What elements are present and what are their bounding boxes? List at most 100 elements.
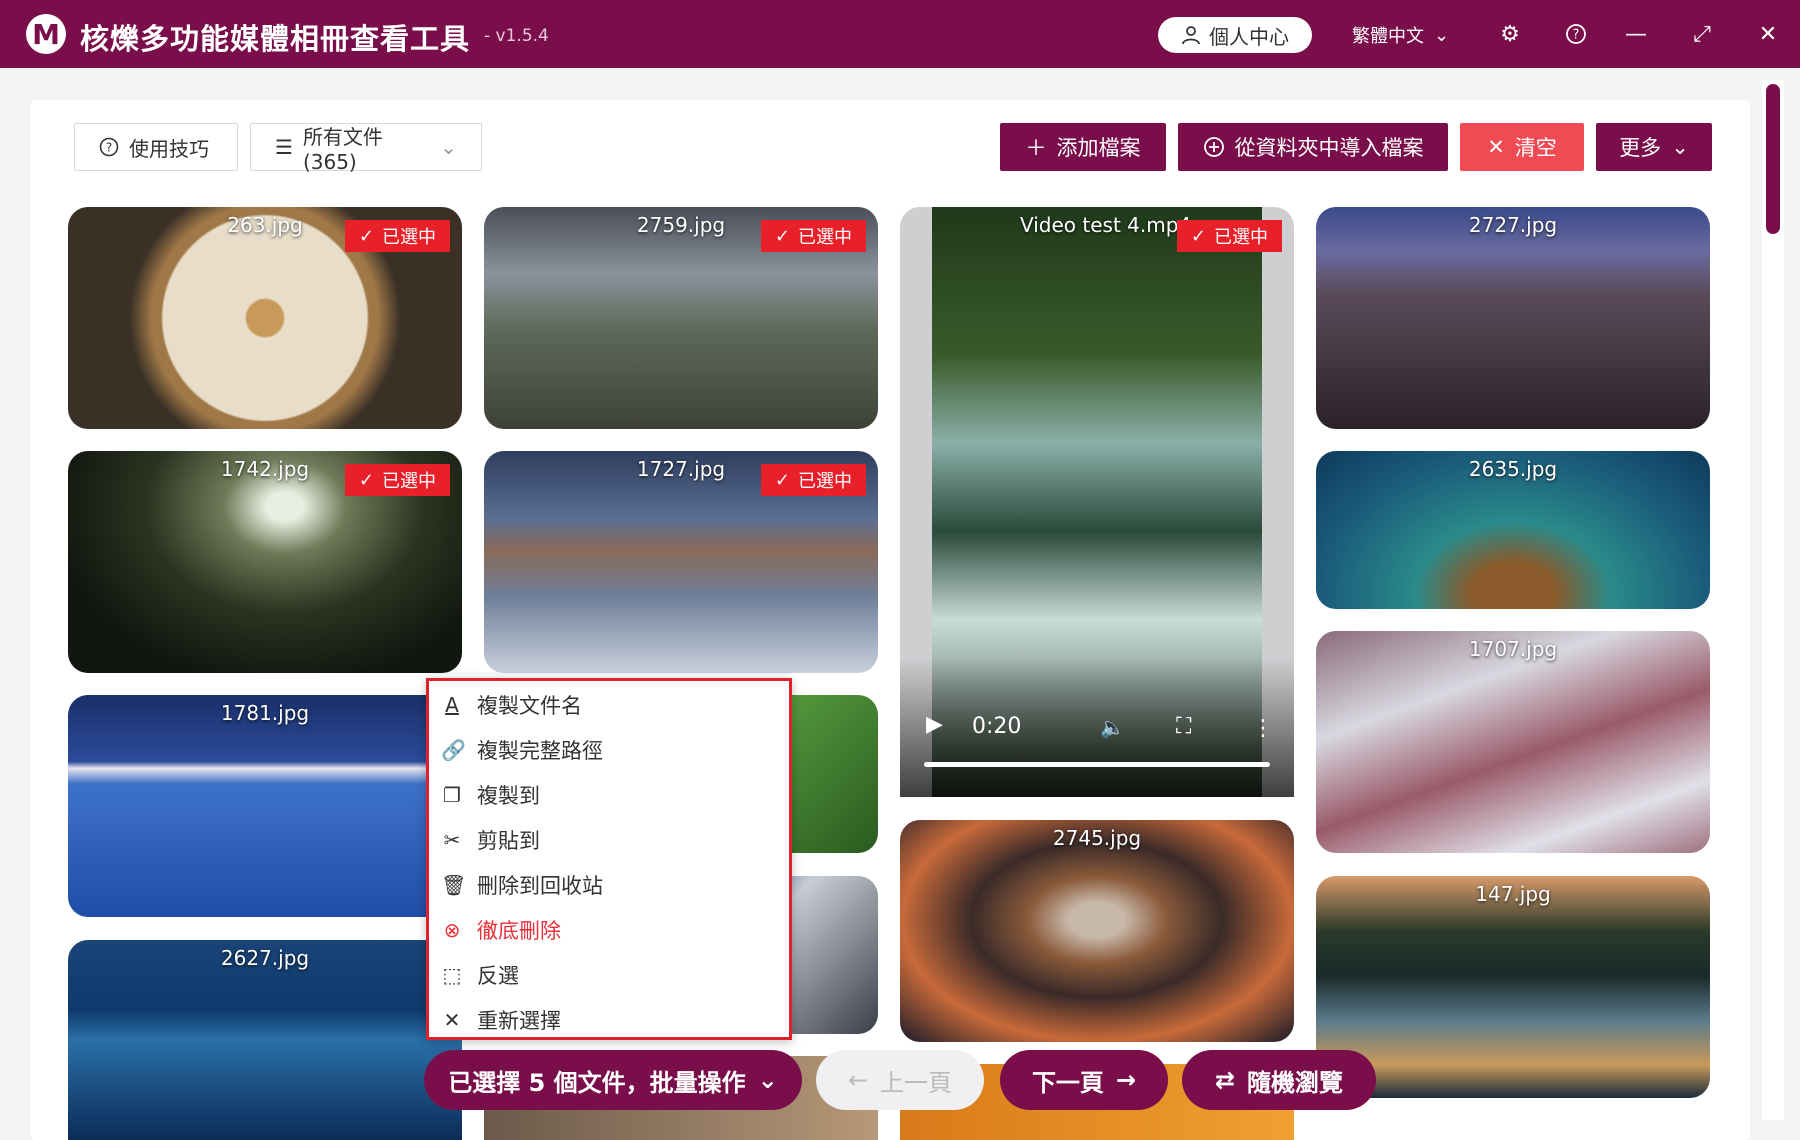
prev-page-label: 上一頁 xyxy=(880,1068,953,1097)
close-icon: ✕ xyxy=(1487,135,1505,159)
batch-operation-button[interactable]: 已選擇 5 個文件，批量操作 ⌄ xyxy=(424,1050,802,1110)
chevron-down-icon: ⌄ xyxy=(440,135,457,159)
thumbnail-filename: 2727.jpg xyxy=(1468,213,1558,237)
menu-item-cut-to[interactable]: ✂ 剪貼到 xyxy=(441,820,540,860)
thumbnail-card[interactable]: 1742.jpg ✓ 已選中 xyxy=(68,451,462,673)
svg-text:?: ? xyxy=(106,141,112,155)
close-icon: ✕ xyxy=(1758,21,1778,47)
next-page-label: 下一頁 xyxy=(1031,1068,1104,1097)
fullscreen-icon[interactable]: ⛶ xyxy=(1176,714,1191,739)
thumbnail-card[interactable]: 2727.jpg xyxy=(1316,207,1710,429)
thumbnail-filename: 2627.jpg xyxy=(220,946,310,970)
selected-badge: ✓ 已選中 xyxy=(1176,220,1282,252)
context-menu: A 複製文件名 🔗 複製完整路徑 ❐ 複製到 ✂ 剪貼到 🗑 刪除到回收站 ⊗ … xyxy=(426,678,792,1040)
help-circle-icon: ? xyxy=(99,137,119,157)
plus-icon: ＋ xyxy=(1025,136,1047,160)
thumbnail-card[interactable]: 2635.jpg xyxy=(1316,451,1710,609)
more-label: 更多 xyxy=(1619,136,1662,160)
tips-label: 使用技巧 xyxy=(129,136,209,161)
more-button[interactable]: 更多 ⌄ xyxy=(1596,123,1712,171)
plus-circle-icon xyxy=(1203,137,1224,157)
title-bar: M 核爍多功能媒體相冊查看工具 - v1.5.4 個人中心 繁體中文 ⌄ ⚙ ?… xyxy=(0,0,1800,68)
chevron-down-icon: ⌄ xyxy=(1671,135,1689,159)
selected-badge: ✓ 已選中 xyxy=(344,220,450,252)
next-page-button[interactable]: 下一頁 → xyxy=(1000,1050,1168,1110)
settings-button[interactable]: ⚙ xyxy=(1494,18,1526,50)
profile-label: 個人中心 xyxy=(1209,24,1289,49)
list-icon: ☰ xyxy=(275,135,293,159)
text-a-icon: A xyxy=(445,693,459,717)
app-window: M 核爍多功能媒體相冊查看工具 - v1.5.4 個人中心 繁體中文 ⌄ ⚙ ?… xyxy=(0,0,1800,1140)
check-icon: ✓ xyxy=(358,469,374,491)
volume-icon[interactable]: 🔈 xyxy=(1100,715,1125,739)
more-vertical-icon[interactable]: ⋮ xyxy=(1252,716,1274,741)
scissors-icon: ✂ xyxy=(443,828,461,852)
file-filter-select[interactable]: ☰ 所有文件 (365) ⌄ xyxy=(250,123,482,174)
play-icon[interactable]: ▶ xyxy=(926,712,943,737)
language-label: 繁體中文 xyxy=(1352,26,1424,47)
trash-icon: 🗑 xyxy=(441,873,467,897)
maximize-button[interactable]: ⤢ xyxy=(1686,18,1718,50)
scrollbar[interactable] xyxy=(1762,80,1784,1120)
close-window-button[interactable]: ✕ xyxy=(1752,18,1784,50)
shuffle-icon: ⇄ xyxy=(1214,1066,1236,1094)
circle-x-icon: ⊗ xyxy=(443,918,461,942)
minimize-button[interactable]: — xyxy=(1620,18,1652,50)
add-file-button[interactable]: ＋ 添加檔案 xyxy=(1000,123,1166,171)
thumbnail-filename: 1707.jpg xyxy=(1468,637,1558,661)
video-controls: ▶ 0:20 🔈 ⛶ ⋮ xyxy=(900,657,1294,797)
prev-page-button[interactable]: ← 上一頁 xyxy=(816,1050,984,1110)
selected-badge: ✓ 已選中 xyxy=(760,220,866,252)
thumbnail-card[interactable]: 1727.jpg ✓ 已選中 xyxy=(484,451,878,673)
random-browse-button[interactable]: ⇄ 隨機瀏覽 xyxy=(1182,1050,1376,1110)
clear-button[interactable]: ✕ 清空 xyxy=(1460,123,1584,171)
thumbnail-card[interactable]: 2745.jpg xyxy=(900,820,1294,1042)
close-icon: ✕ xyxy=(443,1008,461,1032)
thumbnail-card[interactable]: 263.jpg ✓ 已選中 xyxy=(68,207,462,429)
gear-icon: ⚙ xyxy=(1500,21,1520,47)
thumbnail-card[interactable]: 1707.jpg xyxy=(1316,631,1710,853)
help-button[interactable]: ? xyxy=(1560,18,1592,50)
thumbnail-card[interactable]: 1781.jpg xyxy=(68,695,462,917)
profile-button[interactable]: 個人中心 xyxy=(1158,17,1312,53)
arrow-left-icon: ← xyxy=(847,1066,869,1094)
arrow-right-icon: → xyxy=(1115,1066,1137,1094)
copy-icon: ❐ xyxy=(443,783,461,807)
thumbnail-card[interactable]: 147.jpg xyxy=(1316,876,1710,1098)
batch-operation-label: 已選擇 5 個文件，批量操作 xyxy=(448,1068,746,1097)
check-icon: ✓ xyxy=(774,469,790,491)
expand-icon: ⤢ xyxy=(1693,21,1711,47)
selected-badge: ✓ 已選中 xyxy=(760,464,866,496)
menu-item-recycle[interactable]: 🗑 刪除到回收站 xyxy=(441,865,603,905)
link-icon: 🔗 xyxy=(441,738,466,762)
check-icon: ✓ xyxy=(1190,225,1206,247)
thumbnail-filename: 147.jpg xyxy=(1475,882,1551,906)
import-folder-button[interactable]: 從資料夾中導入檔案 xyxy=(1178,123,1448,171)
menu-item-copy-path[interactable]: 🔗 複製完整路徑 xyxy=(441,730,603,770)
tips-button[interactable]: ? 使用技巧 xyxy=(74,123,238,171)
menu-item-invert-selection[interactable]: ⬚ 反選 xyxy=(441,955,519,995)
app-version: - v1.5.4 xyxy=(484,26,549,46)
chevron-down-icon: ⌄ xyxy=(757,1066,778,1094)
add-file-label: 添加檔案 xyxy=(1056,136,1141,160)
svg-text:?: ? xyxy=(1573,28,1580,43)
menu-item-reselect[interactable]: ✕ 重新選擇 xyxy=(441,1000,561,1040)
menu-item-copy-to[interactable]: ❐ 複製到 xyxy=(441,775,540,815)
scrollbar-thumb[interactable] xyxy=(1766,84,1780,234)
language-select[interactable]: 繁體中文 ⌄ xyxy=(1352,22,1449,48)
chevron-down-icon: ⌄ xyxy=(1434,24,1450,46)
video-progress-bar[interactable] xyxy=(924,762,1270,767)
menu-item-copy-filename[interactable]: A 複製文件名 xyxy=(441,685,582,725)
check-icon: ✓ xyxy=(358,225,374,247)
minimize-icon: — xyxy=(1625,21,1647,47)
app-title: 核爍多功能媒體相冊查看工具 xyxy=(80,22,471,56)
invert-select-icon: ⬚ xyxy=(442,963,462,987)
user-icon xyxy=(1182,26,1200,45)
import-folder-label: 從資料夾中導入檔案 xyxy=(1234,136,1424,160)
video-card[interactable]: Video test 4.mp4 ✓ 已選中 ▶ 0:20 🔈 ⛶ ⋮ xyxy=(900,207,1294,797)
random-browse-label: 隨機瀏覽 xyxy=(1247,1068,1344,1097)
thumbnail-filename: 2745.jpg xyxy=(1052,826,1142,850)
thumbnail-card[interactable]: 2759.jpg ✓ 已選中 xyxy=(484,207,878,429)
thumbnail-card[interactable]: 2627.jpg xyxy=(68,940,462,1140)
menu-item-delete-permanently[interactable]: ⊗ 徹底刪除 xyxy=(441,910,561,950)
